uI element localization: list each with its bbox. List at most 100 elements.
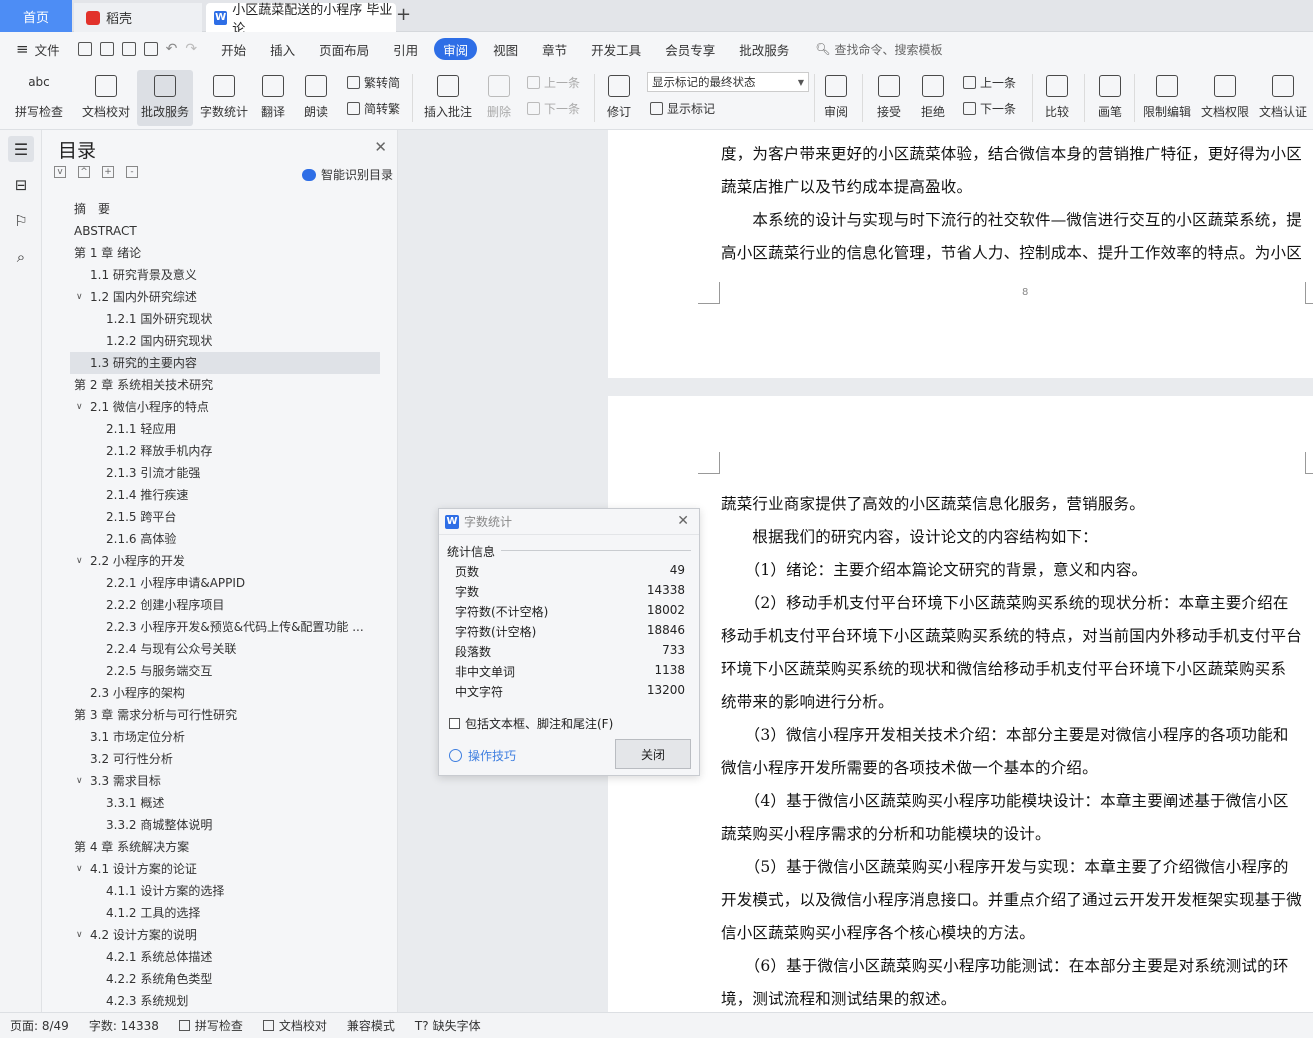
- toc-item[interactable]: 4.2.2 系统角色类型: [70, 968, 380, 990]
- toc-item[interactable]: 3.1 市场定位分析: [70, 726, 380, 748]
- document-certify-button[interactable]: 文档认证: [1256, 70, 1310, 126]
- show-markup-button[interactable]: 显示标记: [650, 100, 715, 117]
- insert-comment-button[interactable]: 插入批注: [420, 70, 476, 126]
- navigation-panel-button[interactable]: ⊟: [8, 172, 34, 198]
- toc-item[interactable]: 3.3.1 概述: [70, 792, 380, 814]
- chevron-down-icon[interactable]: ∨: [76, 770, 83, 792]
- word-count-indicator[interactable]: 字数: 14338: [79, 1017, 169, 1034]
- menu-tab[interactable]: 会员专享: [653, 38, 727, 60]
- close-button[interactable]: 关闭: [615, 739, 691, 769]
- menu-tab[interactable]: 引用: [381, 38, 430, 60]
- toc-item[interactable]: ∨第 4 章 系统解决方案: [70, 836, 380, 858]
- collapse-all-icon[interactable]: v: [54, 166, 66, 178]
- add-heading-icon[interactable]: +: [102, 166, 114, 178]
- review-pane-button[interactable]: 审阅: [818, 70, 854, 126]
- dialog-titlebar[interactable]: W 字数统计: [439, 509, 699, 535]
- next-comment-button[interactable]: 下一条: [527, 100, 580, 117]
- chevron-down-icon[interactable]: ∨: [76, 858, 83, 880]
- delete-comment-button[interactable]: 删除: [480, 70, 518, 126]
- menu-tab[interactable]: 批改服务: [727, 38, 801, 60]
- prev-comment-button[interactable]: 上一条: [527, 74, 580, 91]
- tab-home[interactable]: 首页: [0, 0, 72, 32]
- toc-item[interactable]: ∨ 2.1 微信小程序的特点: [70, 396, 380, 418]
- tips-link[interactable]: 操作技巧: [449, 747, 516, 764]
- toc-item[interactable]: 2.2.2 创建小程序项目: [70, 594, 380, 616]
- chevron-down-icon[interactable]: ∨: [76, 396, 83, 418]
- toc-item[interactable]: ∨ 4.2 设计方案的说明: [70, 924, 380, 946]
- smart-toc-button[interactable]: 智能识别目录: [301, 166, 393, 183]
- close-icon[interactable]: ✕: [374, 138, 387, 156]
- toc-item[interactable]: ∨第 1 章 绪论: [70, 242, 380, 264]
- toc-item[interactable]: 3.3.2 商城整体说明: [70, 814, 380, 836]
- toc-item[interactable]: 2.3 小程序的架构: [70, 682, 380, 704]
- remove-heading-icon[interactable]: -: [126, 166, 138, 178]
- accept-change-button[interactable]: 接受: [870, 70, 908, 126]
- menu-tab[interactable]: 审阅: [434, 38, 478, 60]
- menu-tab[interactable]: 开发工具: [579, 38, 653, 60]
- next-change-button[interactable]: 下一条: [963, 100, 1016, 117]
- toc-item[interactable]: 2.2.4 与现有公众号关联: [70, 638, 380, 660]
- page-indicator[interactable]: 页面: 8/49: [0, 1017, 79, 1034]
- missing-font[interactable]: T? 缺失字体: [405, 1017, 491, 1034]
- document-permission-button[interactable]: 文档权限: [1198, 70, 1252, 126]
- toc-panel-button[interactable]: ☰: [8, 136, 34, 162]
- expand-all-icon[interactable]: ^: [78, 166, 90, 178]
- document-proof-button[interactable]: 文档校对: [78, 70, 134, 126]
- toc-item[interactable]: ∨第 2 章 系统相关技术研究: [70, 374, 380, 396]
- toc-item[interactable]: 2.1.5 跨平台: [70, 506, 380, 528]
- read-aloud-button[interactable]: 朗读: [297, 70, 335, 126]
- toc-item[interactable]: 1.2.2 国内研究现状: [70, 330, 380, 352]
- toc-item[interactable]: 2.1.4 推行疾速: [70, 484, 380, 506]
- toc-item[interactable]: 2.1.6 高体验: [70, 528, 380, 550]
- include-textbox-checkbox[interactable]: 包括文本框、脚注和尾注(F): [449, 715, 613, 732]
- toc-item[interactable]: ∨ 4.1 设计方案的论证: [70, 858, 380, 880]
- track-changes-button[interactable]: 修订: [600, 70, 638, 126]
- markup-mode-select[interactable]: 显示标记的最终状态 ▼: [647, 72, 809, 92]
- restrict-editing-button[interactable]: 限制编辑: [1140, 70, 1194, 126]
- toc-item[interactable]: 2.2.5 与服务端交互: [70, 660, 380, 682]
- toc-item[interactable]: 2.1.1 轻应用: [70, 418, 380, 440]
- reject-change-button[interactable]: 拒绝: [914, 70, 952, 126]
- redo-icon[interactable]: ↷: [185, 41, 197, 57]
- command-search[interactable]: 🔍︎ 查找命令、搜索模板: [815, 41, 942, 58]
- toc-item[interactable]: 3.2 可行性分析: [70, 748, 380, 770]
- spell-check-button[interactable]: abc 拼写检查: [8, 70, 70, 126]
- menu-tab[interactable]: 开始: [209, 38, 258, 60]
- toc-item[interactable]: 2.2.3 小程序开发&预览&代码上传&配置功能 ...: [70, 616, 380, 638]
- print-preview-icon[interactable]: [143, 42, 158, 56]
- chevron-down-icon[interactable]: ∨: [76, 286, 83, 308]
- word-count-button[interactable]: 字数统计: [197, 70, 251, 126]
- file-menu-button[interactable]: ≡ 文件: [8, 37, 68, 61]
- print-icon[interactable]: [121, 42, 136, 56]
- toc-item[interactable]: 4.1.2 工具的选择: [70, 902, 380, 924]
- toc-item[interactable]: ABSTRACT: [70, 220, 380, 242]
- toc-item[interactable]: 2.2.1 小程序申请&APPID: [70, 572, 380, 594]
- toc-item[interactable]: 4.2.1 系统总体描述: [70, 946, 380, 968]
- chevron-down-icon[interactable]: ∨: [76, 550, 83, 572]
- compare-button[interactable]: 比较: [1038, 70, 1076, 126]
- toc-item[interactable]: 1.2.1 国外研究现状: [70, 308, 380, 330]
- bookmark-panel-button[interactable]: ⚐: [8, 208, 34, 234]
- new-tab-button[interactable]: +: [396, 4, 411, 25]
- toc-item[interactable]: 2.1.2 释放手机内存: [70, 440, 380, 462]
- tab-daoke[interactable]: 稻壳: [74, 3, 202, 32]
- toc-item[interactable]: ∨ 2.2 小程序的开发: [70, 550, 380, 572]
- find-panel-button[interactable]: ⌕: [8, 244, 34, 270]
- menu-tab[interactable]: 页面布局: [307, 38, 381, 60]
- toc-item[interactable]: 1.1 研究背景及意义: [70, 264, 380, 286]
- simp-to-trad-button[interactable]: 简转繁: [347, 100, 400, 117]
- toc-item[interactable]: 1.3 研究的主要内容: [70, 352, 380, 374]
- chevron-down-icon[interactable]: ∨: [76, 924, 83, 946]
- menu-tab[interactable]: 插入: [258, 38, 307, 60]
- save-icon[interactable]: [77, 42, 92, 56]
- toc-item[interactable]: 4.1.1 设计方案的选择: [70, 880, 380, 902]
- menu-tab[interactable]: 章节: [530, 38, 579, 60]
- undo-icon[interactable]: ↶: [166, 41, 178, 57]
- toc-item[interactable]: 2.1.3 引流才能强: [70, 462, 380, 484]
- toc-item[interactable]: 4.2.3 系统规划: [70, 990, 380, 1012]
- toc-item[interactable]: 摘 要: [70, 198, 380, 220]
- translate-button[interactable]: 翻译: [254, 70, 292, 126]
- menu-tab[interactable]: 视图: [481, 38, 530, 60]
- tab-document[interactable]: W 小区蔬菜配送的小程序 毕业论: [206, 3, 396, 37]
- review-service-button[interactable]: 批改服务: [137, 70, 193, 126]
